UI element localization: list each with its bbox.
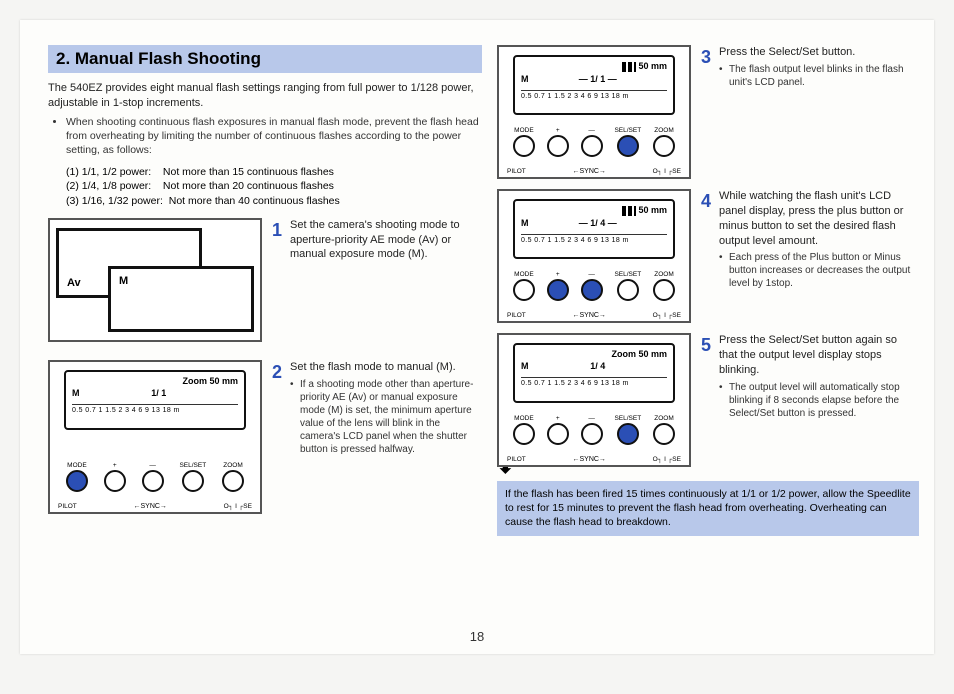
step-4-bullet: Each press of the Plus button or Minus b…: [719, 251, 912, 290]
mode-m-label: M: [119, 275, 128, 287]
figure-lcd-step3: 50 mm M— 1/ 1 — 0.5 0.7 1 1.5 2 3 4 6 9 …: [497, 45, 691, 179]
step-1-text: Set the camera's shooting mode to apertu…: [290, 218, 478, 263]
step-2-bullet: If a shooting mode other than aperture-p…: [290, 378, 478, 456]
warning-box: If the flash has been fired 15 times con…: [497, 481, 919, 536]
step-4-number: 4: [701, 189, 715, 213]
step-4-text: While watching the flash unit's LCD pane…: [719, 190, 903, 247]
warning-text: If the flash has been fired 15 times con…: [505, 487, 911, 530]
limit-row-2: (2) 1/4, 1/8 power: Not more than 20 con…: [66, 179, 482, 193]
figure-lcd-step4: 50 mm M— 1/ 4 — 0.5 0.7 1 1.5 2 3 4 6 9 …: [497, 189, 691, 323]
intro-paragraph: The 540EZ provides eight manual flash se…: [48, 81, 482, 111]
page-number: 18: [20, 629, 934, 644]
figure-lcd-step5: Zoom 50 mm M1/ 4 0.5 0.7 1 1.5 2 3 4 6 9…: [497, 333, 691, 467]
step-3-number: 3: [701, 45, 715, 69]
step-2-text: Set the flash mode to manual (M).: [290, 361, 456, 373]
figure-camera-modes: Av M: [48, 218, 262, 342]
right-column: 50 mm M— 1/ 1 — 0.5 0.7 1 1.5 2 3 4 6 9 …: [497, 45, 919, 536]
step-5-bullet: The output level will automatically stop…: [719, 381, 912, 420]
section-heading: 2. Manual Flash Shooting: [48, 45, 482, 73]
figure-lcd-step2: Zoom 50 mm M 1/ 1 0.5 0.7 1 1.5 2 3 4 6 …: [48, 360, 262, 514]
step-2-number: 2: [272, 360, 286, 384]
manual-page: 2. Manual Flash Shooting The 540EZ provi…: [20, 20, 934, 654]
step-3-text: Press the Select/Set button.: [719, 46, 855, 58]
step-3-bullet: The flash output level blinks in the fla…: [719, 63, 912, 89]
step-5-text: Press the Select/Set button again so tha…: [719, 334, 897, 376]
step-1-number: 1: [272, 218, 286, 242]
left-column: 2. Manual Flash Shooting The 540EZ provi…: [48, 45, 482, 536]
overheat-note: When shooting continuous flash exposures…: [66, 115, 482, 158]
step-5-number: 5: [701, 333, 715, 357]
zoom-burst-icon: [622, 62, 636, 72]
limit-row-1: (1) 1/1, 1/2 power: Not more than 15 con…: [66, 165, 482, 179]
mode-av-label: Av: [67, 277, 81, 289]
zoom-burst-icon: [622, 206, 636, 216]
limit-row-3: (3) 1/16, 1/32 power: Not more than 40 c…: [66, 194, 482, 208]
